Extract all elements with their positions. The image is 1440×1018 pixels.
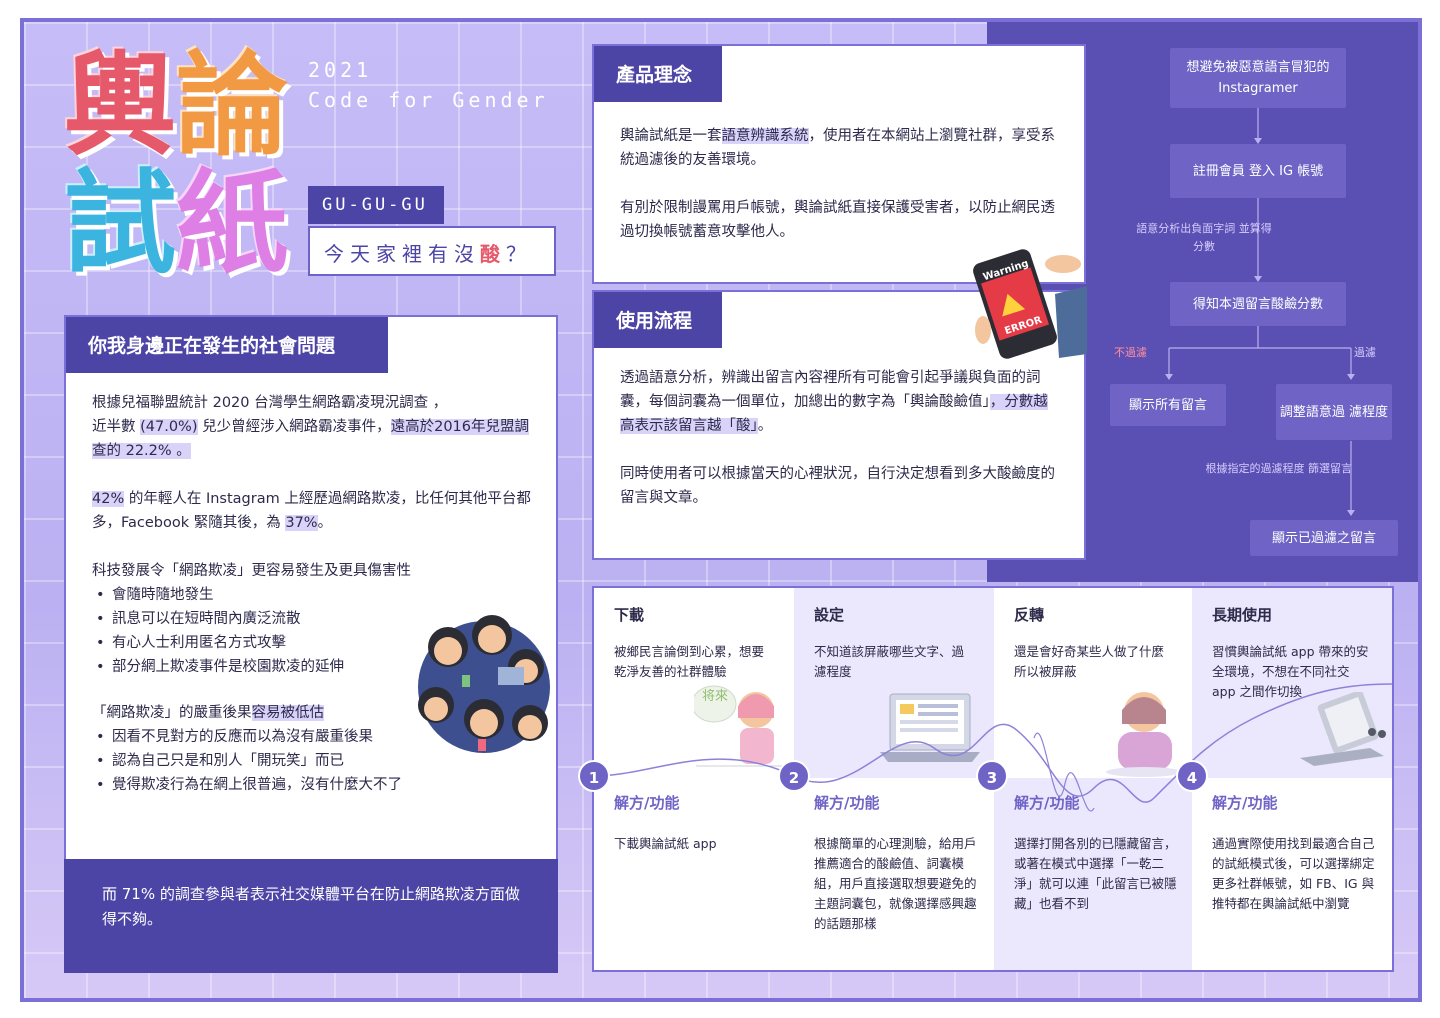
step-column-4: 長期使用 習慣輿論試紙 app 帶來的安全環境，不想在不同社交 app 之間作切… (1192, 588, 1392, 970)
p2-percentage: 42% (92, 491, 125, 507)
step-4-title: 長期使用 (1212, 606, 1273, 624)
step-1-solution-title: 解方/功能 (614, 794, 680, 812)
p1-part-b: 近半數 (92, 419, 136, 435)
flow-label-nofilter: 不過濾 (1114, 346, 1147, 359)
p2-percentage-fb: 37% (285, 515, 318, 531)
p2-end: 。 (317, 515, 333, 531)
step-2-solution: 解方/功能 根據簡單的心理測驗，給用戶推薦適合的酸鹼值、詞囊模組，用戶直接選取想… (794, 778, 994, 970)
flow-box-show-all: 顯示所有留言 (1110, 384, 1226, 426)
year-label: 2021 (308, 58, 373, 82)
step-1-solution: 解方/功能 下載輿論試紙 app (594, 778, 794, 970)
step-1-title: 下載 (614, 606, 645, 624)
step-column-2: 設定 不知道該屏蔽哪些文字、過濾程度 解方/功能 根據簡單的心理測驗，給用戶推薦… (794, 588, 994, 970)
step-3-problem: 反轉 還是會好奇某些人做了什麼所以被屏蔽 (994, 588, 1192, 778)
concept-p1-highlight: 語意辨識系統 (721, 128, 809, 144)
device-illustration (1300, 692, 1386, 766)
step-number-4: 4 (1176, 760, 1208, 792)
list-1-title: 科技發展令「網路欺凌」更容易發生及更具傷害性 (92, 563, 411, 579)
tagline-sour: 酸 (480, 242, 506, 266)
step-number-1: 1 (578, 760, 610, 792)
event-label: Code for Gender (308, 88, 549, 112)
step-3-solution-desc: 選擇打開各別的已隱藏留言，或著在模式中選擇「一乾二淨」就可以連「此留言已被隱藏」… (1014, 836, 1177, 911)
step-1-art-text: 将來 (702, 689, 728, 704)
flow-box-score: 得知本週留言酸鹼分數 (1170, 282, 1346, 326)
list-item: 覺得欺凌行為在網上很普遍，沒有什麼大不了 (92, 773, 536, 797)
title-char-2: 論 (176, 41, 288, 171)
step-column-1: 下載 被鄉民言論倒到心累，想要乾淨友善的社群體驗 将來 解方/功能 下載輿論試紙… (594, 588, 794, 970)
step-3-desc: 還是會好奇某些人做了什麼所以被屏蔽 (1014, 644, 1165, 679)
problem-paragraph-1: 根據兒福聯盟統計 2020 台灣學生網路霸凌現況調查 ，近半數 (47.0%) … (92, 391, 536, 463)
team-tag: GU-GU-GU (308, 186, 444, 224)
step-2-desc: 不知道該屏蔽哪些文字、過濾程度 (814, 644, 965, 679)
waiting-person-illustration: 将來 (694, 685, 784, 767)
flow-p1-a: 透過語意分析，辨識出留言內容裡所有可能會引起爭議與負面的詞囊，每個詞囊為一個單位… (620, 370, 1041, 410)
crowd-illustration (418, 615, 550, 753)
step-3-solution-title: 解方/功能 (1014, 794, 1080, 812)
problem-paragraph-2: 42% 的年輕人在 Instagram 上經歷過網路欺凌，比任何其他平台都多，F… (92, 487, 536, 535)
step-1-problem: 下載 被鄉民言論倒到心累，想要乾淨友善的社群體驗 将來 (594, 588, 794, 778)
p1-part-d: 兒少曾經涉入網路霸凌事件， (197, 419, 391, 435)
flow-p1-end: 。 (757, 418, 773, 434)
step-3-title: 反轉 (1014, 606, 1045, 624)
poster-board: 輿 論 試 紙 2021 Code for Gender GU-GU-GU 今天… (20, 18, 1422, 1002)
step-4-solution-desc: 通過實際使用找到最適合自己的試紙模式後，可以選擇綁定更多社群帳號，如 FB、IG… (1212, 836, 1375, 911)
step-2-problem: 設定 不知道該屏蔽哪些文字、過濾程度 (794, 588, 994, 778)
title-char-1: 輿 (64, 41, 176, 171)
problem-heading: 你我身邊正在發生的社會問題 (66, 317, 388, 373)
flow-box-adjust: 調整語意過 濾程度 (1276, 384, 1392, 440)
step-4-solution-title: 解方/功能 (1212, 794, 1278, 812)
step-column-3: 反轉 還是會好奇某些人做了什麼所以被屏蔽 解方/功能 選擇打開各別的已隱藏留言，… (994, 588, 1192, 970)
list-2-title-a: 「網路欺凌」的嚴重後果 (92, 705, 252, 721)
flow-heading: 使用流程 (594, 292, 722, 348)
step-1-solution-desc: 下載輿論試紙 app (614, 836, 717, 851)
title-char-3: 試 (64, 159, 176, 289)
problem-footer: 而 71% 的調查參與者表示社交媒體平台在防止網路欺凌方面做得不夠。 (64, 859, 558, 973)
problem-card: 你我身邊正在發生的社會問題 根據兒福聯盟統計 2020 台灣學生網路霸凌現況調查… (64, 315, 558, 861)
list-2-title-b: 容易被低估 (251, 705, 324, 721)
step-2-solution-desc: 根據簡單的心理測驗，給用戶推薦適合的酸鹼值、詞囊模組，用戶直接選取想要避免的主題… (814, 836, 977, 931)
title-char-4: 紙 (176, 159, 288, 289)
p1-part-a: 根據兒福聯盟統計 2020 台灣學生網路霸凌現況調查 ， (92, 395, 448, 411)
p1-percentage: (47.0%) (140, 419, 198, 435)
flow-box-show-filtered: 顯示已過濾之留言 (1250, 520, 1398, 556)
tagline-mark: ？ (506, 242, 532, 266)
flow-box-target-user: 想避免被惡意語言冒犯的 Instagramer (1170, 48, 1346, 108)
step-2-title: 設定 (814, 606, 845, 624)
laptop-illustration (880, 693, 980, 762)
step-4-problem: 長期使用 習慣輿論試紙 app 帶來的安全環境，不想在不同社交 app 之間作切… (1192, 588, 1392, 778)
list-item: 會隨時隨地發生 (92, 583, 536, 607)
flow-box-register: 註冊會員 登入 IG 帳號 (1170, 144, 1346, 198)
flow-note-analysis: 語意分析出負面字詞 並算得分數 (1136, 222, 1272, 253)
step-4-solution: 解方/功能 通過實際使用找到最適合自己的試紙模式後，可以選擇綁定更多社群帳號，如… (1192, 778, 1392, 970)
concept-heading: 產品理念 (594, 46, 722, 102)
sad-person-illustration (1106, 692, 1182, 777)
step-3-solution: 解方/功能 選擇打開各別的已隱藏留言，或著在模式中選擇「一乾二淨」就可以連「此留… (994, 778, 1192, 970)
flow-label-filter: 過濾 (1354, 346, 1376, 359)
steps-panel: 下載 被鄉民言論倒到心累，想要乾淨友善的社群體驗 将來 解方/功能 下載輿論試紙… (578, 586, 1394, 972)
tagline: 今天家裡有沒酸？ (308, 226, 556, 276)
step-number-2: 2 (778, 760, 810, 792)
flow-note-filtering: 根據指定的過濾程度 篩選留言 (1205, 462, 1353, 475)
concept-p1-a: 輿論試紙是一套 (620, 128, 722, 144)
step-2-solution-title: 解方/功能 (814, 794, 880, 812)
step-number-3: 3 (976, 760, 1008, 792)
tagline-text: 今天家裡有沒 (324, 242, 480, 266)
